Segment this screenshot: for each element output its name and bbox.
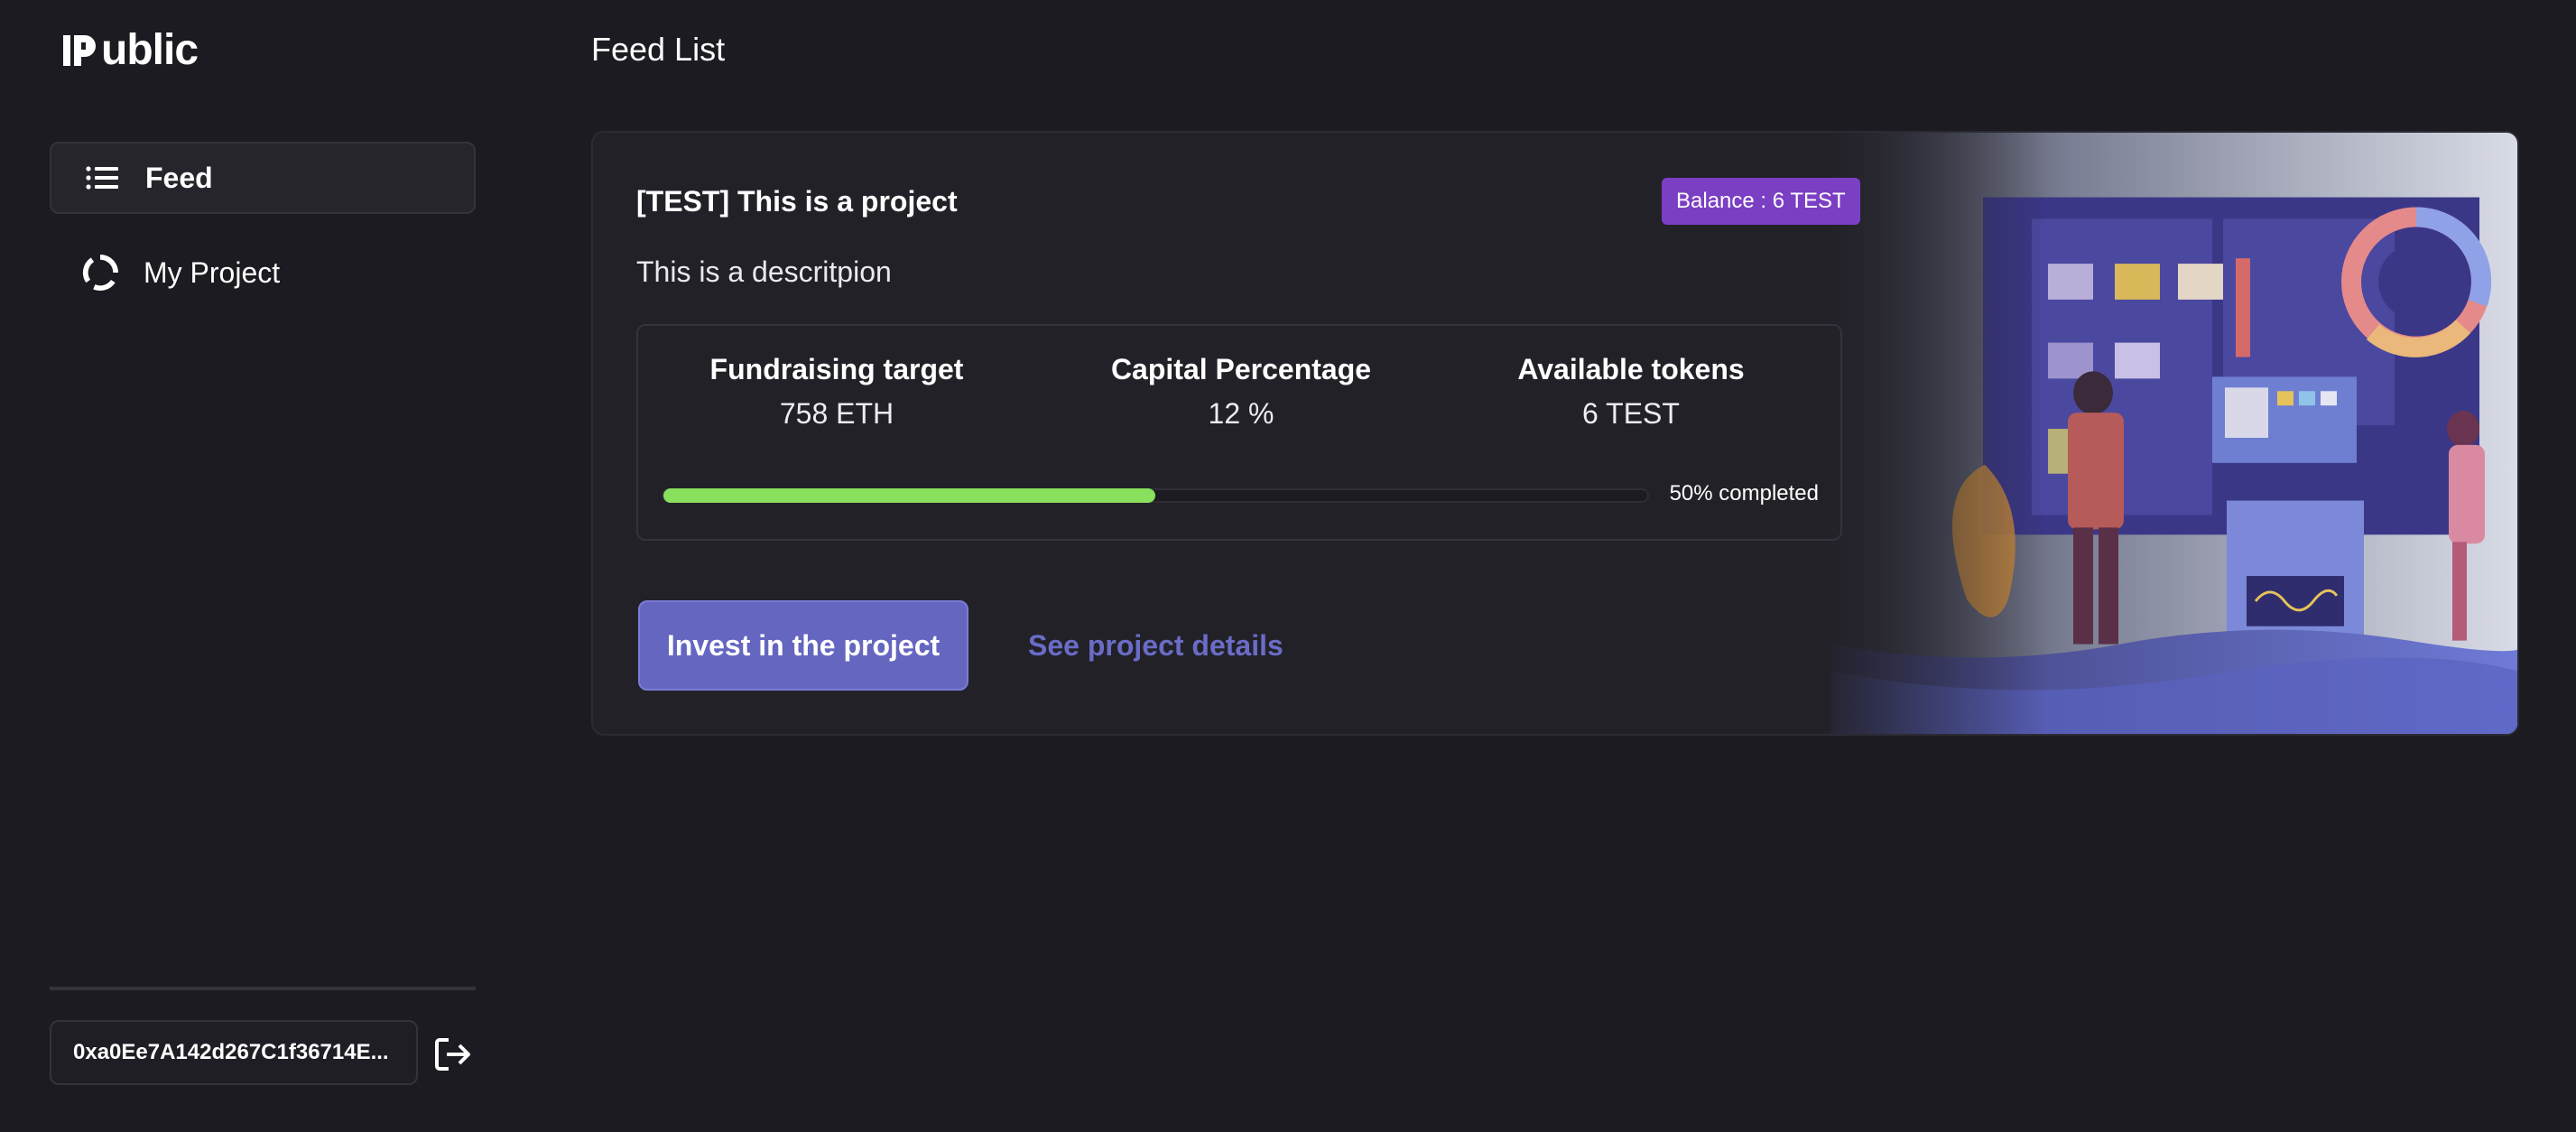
progress-bar (662, 488, 1649, 503)
progress-fill (663, 488, 1155, 503)
balance-badge: Balance : 6 TEST (1662, 178, 1860, 225)
stat-available-tokens: Available tokens 6 TEST (1432, 353, 1830, 431)
stat-value: 758 ETH (779, 397, 894, 430)
logout-button[interactable] (433, 1035, 473, 1074)
sidebar-item-label: My Project (144, 255, 281, 289)
invest-button[interactable]: Invest in the project (638, 600, 968, 691)
sidebar-item-my-project[interactable]: My Project (50, 237, 476, 309)
stat-label: Capital Percentage (1110, 353, 1372, 385)
sidebar-item-feed[interactable]: Feed (50, 142, 476, 214)
wallet-address[interactable]: 0xa0Ee7A142d267C1f36714E... (50, 1020, 418, 1085)
app-logo[interactable]: ublic (63, 25, 199, 75)
stat-label: Available tokens (1517, 353, 1745, 385)
list-icon (84, 160, 120, 196)
logout-icon (435, 1038, 470, 1071)
see-project-details-link[interactable]: See project details (1028, 629, 1283, 663)
stats-panel: Fundraising target 758 ETH Capital Perce… (636, 324, 1842, 541)
page-title: Feed List (591, 31, 726, 68)
logo-text: ublic (101, 26, 199, 74)
stat-value: 6 TEST (1582, 397, 1680, 430)
stat-fundraising-target: Fundraising target 758 ETH (638, 353, 1035, 431)
project-description: This is a descritpion (636, 255, 892, 288)
wallet-address-text: 0xa0Ee7A142d267C1f36714E... (73, 1040, 389, 1064)
loader-circle-icon (82, 255, 118, 292)
project-card: [TEST] This is a project Balance : 6 TES… (591, 131, 2519, 736)
progress-label: 50% completed (1669, 481, 1819, 506)
project-title: [TEST] This is a project (636, 185, 958, 218)
sidebar-item-label: Feed (145, 161, 213, 194)
app-root: ublic Feed My Project 0xa0Ee7A142d267C1f… (0, 0, 2576, 1132)
stat-capital-percentage: Capital Percentage 12 % (1042, 353, 1440, 431)
stat-value: 12 % (1208, 397, 1274, 430)
stat-label: Fundraising target (709, 353, 964, 385)
sidebar-divider (50, 987, 476, 990)
logo-mark-icon (63, 34, 96, 66)
